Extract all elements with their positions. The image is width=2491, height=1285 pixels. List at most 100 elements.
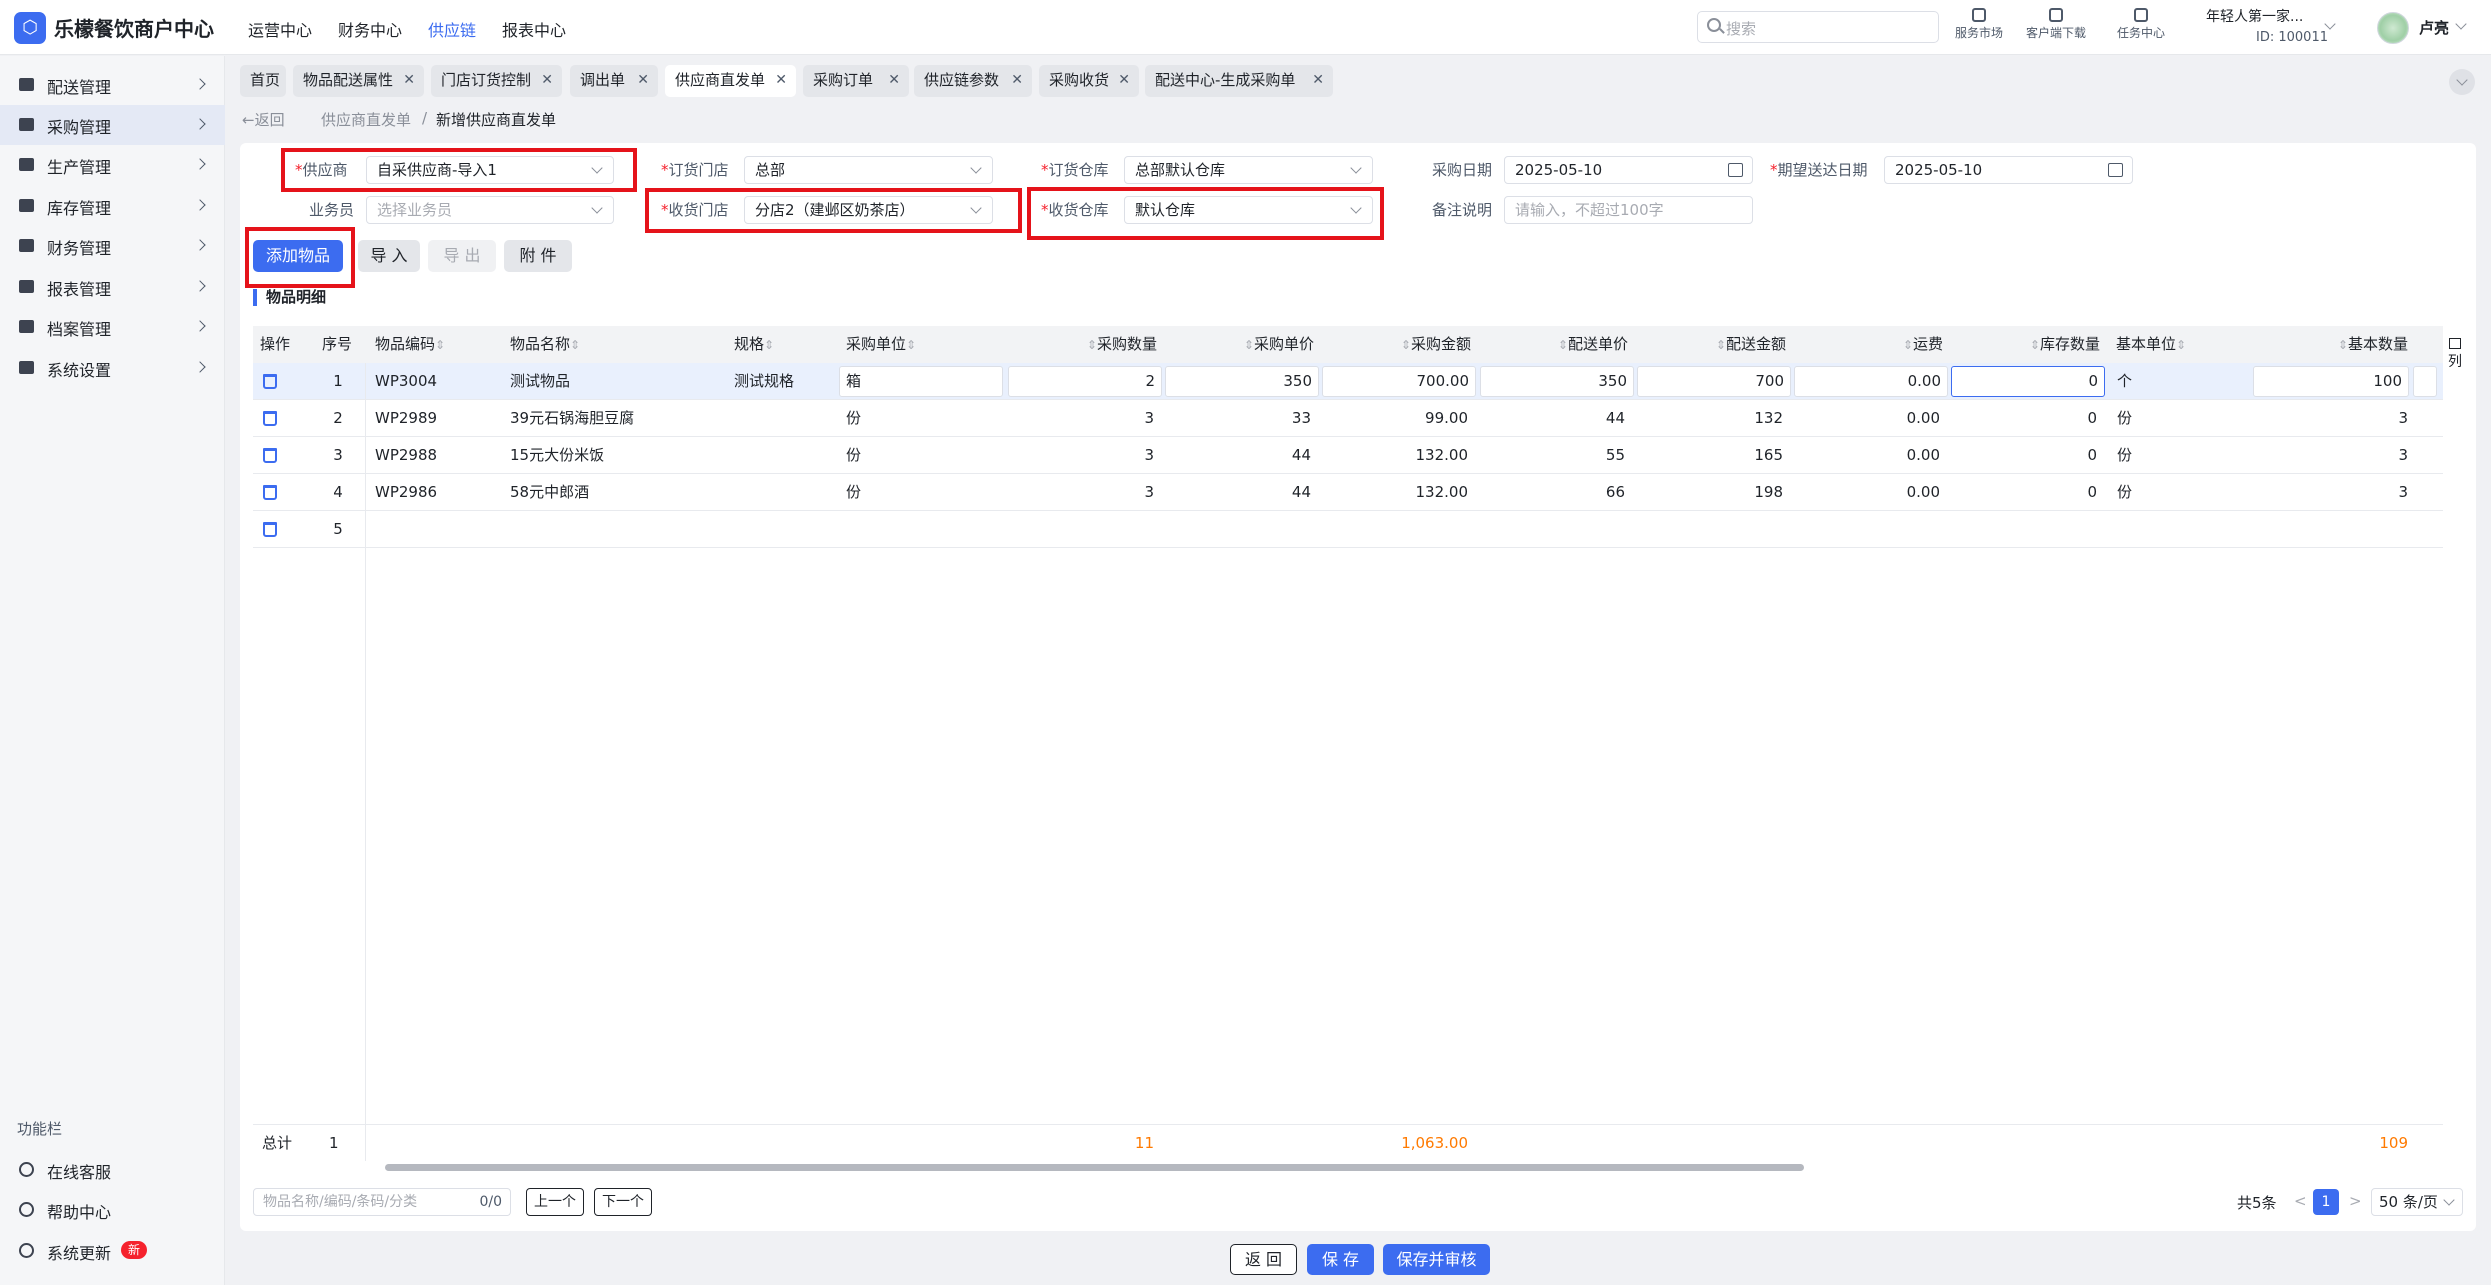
page-size-select[interactable]: 50 条/页 xyxy=(2371,1188,2463,1216)
pagination-next-icon[interactable]: > xyxy=(2349,1192,2362,1210)
tab-item-delivery-attr[interactable]: 物品配送属性 ✕ xyxy=(293,65,424,97)
org-chevron-down-icon[interactable] xyxy=(2324,18,2336,30)
item-find-input[interactable]: 物品名称/编码/条码/分类 0/0 xyxy=(253,1188,511,1216)
col-header-freight[interactable]: ⇕运费 xyxy=(1789,326,1943,363)
table-row[interactable]: 5 xyxy=(253,511,2443,548)
delete-icon[interactable] xyxy=(263,522,277,537)
close-icon[interactable]: ✕ xyxy=(1312,65,1324,96)
freight-input[interactable]: 0.00 xyxy=(1794,366,1948,397)
col-header-delivery-amount[interactable]: ⇕配送金额 xyxy=(1632,326,1786,363)
table-row[interactable]: 3 WP2988 15元大份米饭 份 3 44 132.00 55 165 0.… xyxy=(253,437,2443,474)
tab-purchase-receipt[interactable]: 采购收货 ✕ xyxy=(1039,65,1139,97)
topnav-reports[interactable]: 报表中心 xyxy=(502,17,566,41)
pagination-prev-icon[interactable]: < xyxy=(2294,1192,2307,1210)
save-and-audit-button[interactable]: 保存并审核 xyxy=(1383,1244,1490,1275)
topnav-supply-chain[interactable]: 供应链 xyxy=(428,17,476,41)
col-header-purchase-qty[interactable]: ⇕采购数量 xyxy=(1003,326,1157,363)
close-icon[interactable]: ✕ xyxy=(403,65,415,96)
sidebar-item-settings[interactable]: 系统设置 xyxy=(0,348,225,388)
purchase-date-picker[interactable]: 2025-05-10 xyxy=(1504,156,1753,184)
scrollbar-thumb[interactable] xyxy=(385,1164,1804,1171)
receive-store-select[interactable]: 分店2（建邺区奶茶店） xyxy=(744,196,993,224)
search-box[interactable]: 搜索 xyxy=(1697,11,1939,43)
back-link[interactable]: ←返回 xyxy=(242,109,285,130)
delete-icon[interactable] xyxy=(263,485,277,500)
tab-store-order-control[interactable]: 门店订货控制 ✕ xyxy=(431,65,562,97)
base-qty-input[interactable]: 100 xyxy=(2253,366,2409,397)
close-icon[interactable]: ✕ xyxy=(1118,65,1130,96)
table-row[interactable]: 4 WP2986 58元中郎酒 份 3 44 132.00 66 198 0.0… xyxy=(253,474,2443,511)
sidebar-item-production[interactable]: 生产管理 xyxy=(0,145,225,185)
close-icon[interactable]: ✕ xyxy=(541,65,553,96)
col-header-purchase-unit[interactable]: 采购单位⇕ xyxy=(846,326,916,363)
delete-icon[interactable] xyxy=(263,448,277,463)
sidebar-item-finance[interactable]: 财务管理 xyxy=(0,226,225,266)
breadcrumb-parent[interactable]: 供应商直发单 xyxy=(321,109,411,130)
salesperson-select[interactable]: 选择业务员 xyxy=(366,196,614,224)
topnav-finance[interactable]: 财务中心 xyxy=(338,17,402,41)
table-row[interactable]: 1 WP3004 测试物品 测试规格 箱 2 350 700.00 350 70… xyxy=(253,363,2443,400)
purchase-unit-input[interactable]: 箱 xyxy=(839,366,1003,397)
tab-supply-params[interactable]: 供应链参数 ✕ xyxy=(914,65,1032,97)
tab-transfer-out[interactable]: 调出单 ✕ xyxy=(570,65,658,97)
delivery-price-input[interactable]: 350 xyxy=(1480,366,1634,397)
col-header-stock-qty[interactable]: ⇕库存数量 xyxy=(1946,326,2100,363)
tab-generate-po[interactable]: 配送中心-生成采购单 ✕ xyxy=(1145,65,1333,97)
org-name[interactable]: 年轻人第一家... xyxy=(2206,6,2303,26)
order-warehouse-select[interactable]: 总部默认仓库 xyxy=(1124,156,1373,184)
online-service-item[interactable]: 在线客服 xyxy=(0,1152,225,1188)
tab-purchase-order[interactable]: 采购订单 ✕ xyxy=(803,65,909,97)
tab-home[interactable]: 首页 xyxy=(240,65,286,97)
col-header-code[interactable]: 物品编码⇕ xyxy=(375,326,445,363)
close-icon[interactable]: ✕ xyxy=(1011,65,1023,96)
col-header-purchase-price[interactable]: ⇕采购单价 xyxy=(1160,326,1314,363)
column-settings-button[interactable]: 列 xyxy=(2445,338,2465,371)
client-download-button[interactable]: 客户端下载 xyxy=(2020,8,2092,41)
supplier-select[interactable]: 自采供应商-导入1 xyxy=(366,156,614,184)
topnav-operations[interactable]: 运营中心 xyxy=(248,17,312,41)
horizontal-scrollbar[interactable] xyxy=(253,1161,2443,1173)
system-update-item[interactable]: 系统更新新 xyxy=(0,1233,225,1269)
col-header-delivery-price[interactable]: ⇕配送单价 xyxy=(1474,326,1628,363)
close-icon[interactable]: ✕ xyxy=(888,65,900,96)
user-name[interactable]: 卢亮 xyxy=(2419,17,2449,38)
attachment-button[interactable]: 附 件 xyxy=(504,240,572,272)
find-next-button[interactable]: 下一个 xyxy=(594,1188,652,1216)
col-header-base-unit[interactable]: 基本单位⇕ xyxy=(2116,326,2186,363)
sidebar-item-delivery[interactable]: 配送管理 xyxy=(0,65,225,105)
receive-warehouse-select[interactable]: 默认仓库 xyxy=(1124,196,1373,224)
expected-date-picker[interactable]: 2025-05-10 xyxy=(1884,156,2133,184)
sidebar-item-purchase[interactable]: 采购管理 xyxy=(0,105,225,145)
remark-input[interactable]: 请输入，不超过100字 xyxy=(1504,196,1753,224)
order-store-select[interactable]: 总部 xyxy=(744,156,993,184)
purchase-qty-input[interactable]: 2 xyxy=(1008,366,1162,397)
app-logo-icon[interactable]: ⬡ xyxy=(14,12,46,44)
sidebar-item-reports[interactable]: 报表管理 xyxy=(0,267,225,307)
import-button[interactable]: 导 入 xyxy=(358,240,420,272)
tab-supplier-direct[interactable]: 供应商直发单 ✕ xyxy=(665,65,796,97)
tabs-more-button[interactable] xyxy=(2449,69,2475,95)
pagination-page[interactable]: 1 xyxy=(2313,1189,2339,1215)
purchase-price-input[interactable]: 350 xyxy=(1165,366,1319,397)
add-item-button[interactable]: 添加物品 xyxy=(253,240,343,272)
sidebar-item-inventory[interactable]: 库存管理 xyxy=(0,186,225,226)
table-row[interactable]: 2 WP2989 39元石锅海胆豆腐 份 3 33 99.00 44 132 0… xyxy=(253,400,2443,437)
user-chevron-down-icon[interactable] xyxy=(2455,18,2467,30)
delivery-amount-input[interactable]: 700 xyxy=(1637,366,1791,397)
avatar[interactable] xyxy=(2377,12,2409,44)
find-prev-button[interactable]: 上一个 xyxy=(526,1188,584,1216)
delete-icon[interactable] xyxy=(263,374,277,389)
save-button[interactable]: 保 存 xyxy=(1307,1244,1374,1275)
col-header-spec[interactable]: 规格⇕ xyxy=(734,326,774,363)
col-header-base-qty[interactable]: ⇕基本数量 xyxy=(2261,326,2408,363)
close-icon[interactable]: ✕ xyxy=(775,65,787,96)
col-header-purchase-amount[interactable]: ⇕采购金额 xyxy=(1317,326,1471,363)
next-cell-input[interactable] xyxy=(2413,366,2437,397)
purchase-amount-input[interactable]: 700.00 xyxy=(1322,366,1476,397)
stock-qty-input[interactable]: 0 xyxy=(1951,366,2105,397)
back-button[interactable]: 返 回 xyxy=(1230,1244,1297,1275)
task-center-button[interactable]: 任务中心 xyxy=(2105,8,2177,41)
col-header-name[interactable]: 物品名称⇕ xyxy=(510,326,580,363)
close-icon[interactable]: ✕ xyxy=(637,65,649,96)
sidebar-item-archives[interactable]: 档案管理 xyxy=(0,307,225,347)
